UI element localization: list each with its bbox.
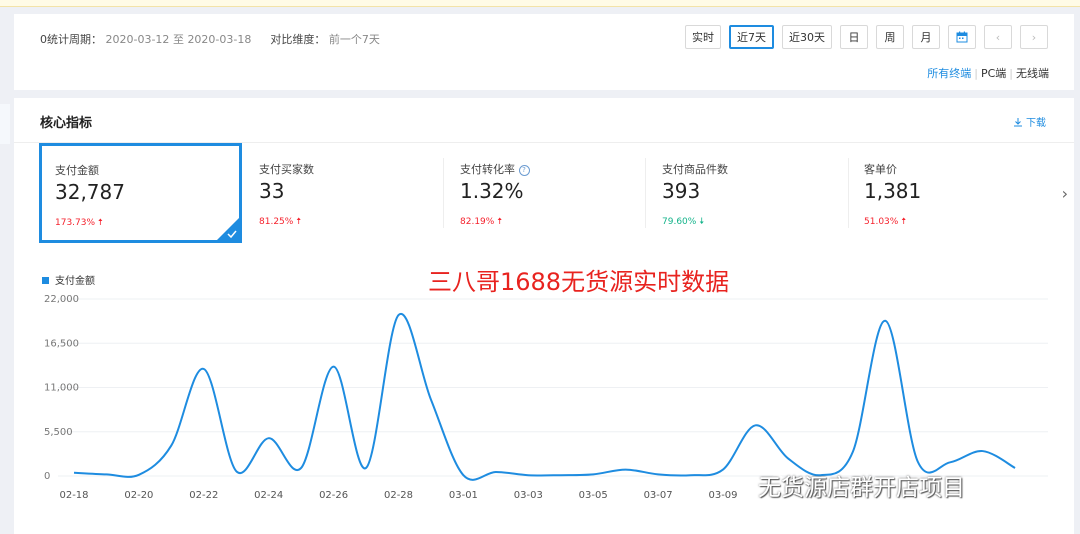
device-all[interactable]: 所有终端 bbox=[927, 67, 971, 80]
chevron-right-icon: › bbox=[1061, 184, 1068, 203]
download-button[interactable]: 下载 bbox=[1013, 114, 1046, 129]
metric-change: 81.25% 🠅 bbox=[259, 214, 301, 230]
metric-change: 82.19% 🠅 bbox=[460, 214, 502, 230]
metric-label: 支付买家数 bbox=[259, 163, 314, 176]
btn-7days[interactable]: 近7天 bbox=[729, 25, 774, 49]
chevron-right-icon: › bbox=[1031, 30, 1037, 44]
metric-card-avg-price[interactable]: 客单价 1,381 51.03% 🠅 bbox=[849, 143, 1049, 243]
arrow-up-icon: 🠅 bbox=[296, 217, 302, 227]
arrow-up-icon: 🠅 bbox=[97, 218, 103, 228]
legend-swatch bbox=[42, 277, 49, 284]
metric-card-conversion-rate[interactable]: 支付转化率 ? 1.32% 82.19% 🠅 bbox=[445, 143, 645, 243]
btn-month[interactable]: 月 bbox=[912, 25, 940, 49]
metric-change-value: 81.25% bbox=[259, 217, 294, 227]
divider bbox=[443, 158, 444, 228]
metric-value: 1,381 bbox=[864, 179, 922, 203]
selected-check-icon bbox=[216, 217, 240, 241]
chart-legend[interactable]: 支付金额 bbox=[42, 272, 95, 287]
watermark: 无货源店群开店项目 bbox=[758, 475, 965, 501]
start-date: 2020-03-12 bbox=[105, 33, 170, 46]
period-info: 0统计周期： 2020-03-12 至 2020-03-18 对比维度： 前一个… bbox=[40, 31, 380, 47]
metric-label: 支付转化率 ? bbox=[460, 161, 530, 177]
next-period-button[interactable]: › bbox=[1020, 25, 1048, 49]
device-selector: 所有终端 | PC端 | 无线端 bbox=[927, 65, 1049, 81]
sidebar-edge bbox=[0, 104, 10, 144]
metric-change-value: 79.60% bbox=[662, 217, 697, 227]
device-separator: | bbox=[974, 67, 978, 80]
metric-change-value: 51.03% bbox=[864, 217, 899, 227]
btn-day[interactable]: 日 bbox=[840, 25, 868, 49]
end-date: 2020-03-18 bbox=[187, 33, 252, 46]
metric-label: 支付商品件数 bbox=[662, 163, 728, 176]
period-label: 0统计周期： bbox=[40, 33, 102, 46]
metric-label: 客单价 bbox=[864, 163, 897, 176]
metrics-next-button[interactable]: › bbox=[1062, 184, 1068, 203]
compare-value: 前一个7天 bbox=[328, 33, 380, 46]
arrow-up-icon: 🠅 bbox=[497, 217, 503, 227]
help-icon[interactable]: ? bbox=[518, 165, 530, 176]
metric-change: 51.03% 🠅 bbox=[864, 214, 906, 230]
calendar-button[interactable] bbox=[948, 25, 976, 49]
metric-value: 32,787 bbox=[55, 180, 125, 204]
arrow-up-icon: 🠅 bbox=[901, 217, 907, 227]
metric-change-value: 82.19% bbox=[460, 217, 495, 227]
device-separator: | bbox=[1009, 67, 1013, 80]
metric-label-text: 支付转化率 bbox=[460, 163, 515, 176]
metric-change: 173.73% 🠅 bbox=[55, 215, 103, 231]
prev-period-button[interactable]: ‹ bbox=[984, 25, 1012, 49]
overlay-title: 三八哥1688无货源实时数据 bbox=[428, 268, 730, 296]
legend-label: 支付金额 bbox=[55, 276, 95, 287]
divider bbox=[645, 158, 646, 228]
btn-realtime[interactable]: 实时 bbox=[685, 25, 721, 49]
metric-value: 33 bbox=[259, 179, 285, 203]
metric-card-buyers[interactable]: 支付买家数 33 81.25% 🠅 bbox=[244, 143, 444, 243]
metric-change: 79.60% 🠇 bbox=[662, 214, 704, 230]
filter-bar: 0统计周期： 2020-03-12 至 2020-03-18 对比维度： 前一个… bbox=[14, 14, 1074, 90]
compare-label: 对比维度： bbox=[270, 33, 326, 46]
metric-value: 1.32% bbox=[460, 179, 524, 203]
metric-card-items[interactable]: 支付商品件数 393 79.60% 🠇 bbox=[647, 143, 847, 243]
calendar-icon bbox=[956, 31, 968, 43]
time-range-buttons: 实时 近7天 近30天 日 周 月 ‹ › bbox=[685, 25, 1048, 49]
arrow-down-icon: 🠇 bbox=[699, 217, 705, 227]
device-pc[interactable]: PC端 bbox=[981, 67, 1006, 80]
btn-30days[interactable]: 近30天 bbox=[782, 25, 832, 49]
metric-label: 支付金额 bbox=[55, 164, 99, 177]
date-separator: 至 bbox=[172, 33, 184, 46]
download-icon bbox=[1013, 118, 1022, 127]
download-label: 下载 bbox=[1026, 118, 1046, 129]
device-wireless[interactable]: 无线端 bbox=[1016, 67, 1049, 80]
metric-card-payment-amount[interactable]: 支付金额 32,787 173.73% 🠅 bbox=[39, 143, 242, 243]
metric-change-value: 173.73% bbox=[55, 218, 96, 228]
section-title: 核心指标 bbox=[40, 116, 93, 131]
notice-strip bbox=[0, 0, 1080, 7]
chevron-left-icon: ‹ bbox=[995, 30, 1001, 44]
metric-value: 393 bbox=[662, 179, 701, 203]
btn-week[interactable]: 周 bbox=[876, 25, 904, 49]
